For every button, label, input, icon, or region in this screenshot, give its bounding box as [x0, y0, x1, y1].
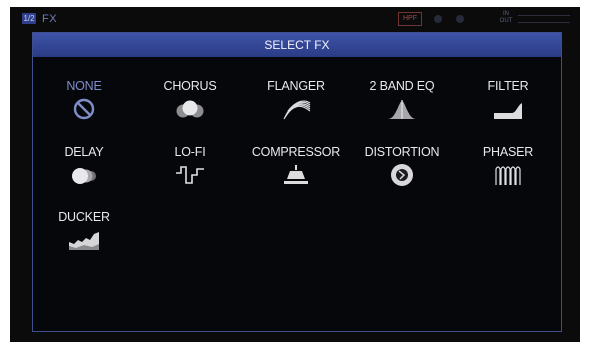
- compressor-icon: [284, 165, 308, 184]
- fx-label: COMPRESSOR: [251, 145, 341, 159]
- in-out-label: IN OUT: [499, 11, 513, 24]
- flanger-icon: [283, 100, 311, 120]
- fx-label: FLANGER: [267, 79, 325, 93]
- fx-option-none[interactable]: NONE: [39, 79, 129, 121]
- delay-icon: [72, 168, 96, 184]
- fx-label: FILTER: [487, 79, 529, 93]
- phaser-icon: [495, 166, 521, 185]
- fx-option-ducker[interactable]: DUCKER: [39, 210, 129, 252]
- eq-icon: [388, 100, 416, 119]
- fx-label: LO-FI: [174, 145, 206, 159]
- channel-badge: 1/2: [22, 13, 36, 24]
- lofi-icon: [176, 166, 204, 184]
- distortion-icon: [391, 164, 413, 186]
- fx-screen: 1/2 FX HPF IN OUT SELECT FX NONE CHORUS: [10, 7, 580, 342]
- fx-option-filter[interactable]: FILTER: [463, 79, 553, 121]
- filter-icon: [494, 103, 522, 119]
- fx-option-flanger[interactable]: FLANGER: [251, 79, 341, 121]
- fx-label: DELAY: [64, 145, 104, 159]
- fx-label: DISTORTION: [364, 145, 440, 159]
- fx-label: CHORUS: [163, 79, 217, 93]
- fx-option-distortion[interactable]: DISTORTION: [357, 145, 447, 187]
- select-fx-dialog: SELECT FX NONE CHORUS FLANGER 2 BAND EQ …: [32, 32, 562, 332]
- fx-option-2-band-eq[interactable]: 2 BAND EQ: [357, 79, 447, 121]
- fx-option-lo-fi[interactable]: LO-FI: [145, 145, 235, 187]
- fx-option-delay[interactable]: DELAY: [39, 145, 129, 187]
- knob-icon: [434, 15, 442, 23]
- fx-label: 2 BAND EQ: [369, 79, 435, 93]
- window-title: FX: [42, 13, 58, 25]
- knob-icon: [456, 15, 464, 23]
- top-bar: 1/2 FX HPF IN OUT: [10, 7, 580, 31]
- dialog-title: SELECT FX: [33, 33, 561, 57]
- hpf-indicator[interactable]: HPF: [398, 12, 422, 26]
- fx-option-chorus[interactable]: CHORUS: [145, 79, 235, 121]
- level-meter: [518, 15, 570, 23]
- fx-option-phaser[interactable]: PHASER: [463, 145, 553, 187]
- fx-option-compressor[interactable]: COMPRESSOR: [251, 145, 341, 187]
- fx-label: DUCKER: [58, 210, 110, 224]
- fx-label: NONE: [66, 79, 102, 93]
- chorus-icon: [176, 100, 204, 118]
- none-icon: [73, 98, 95, 120]
- fx-label: PHASER: [482, 145, 534, 159]
- ducker-icon: [69, 232, 99, 250]
